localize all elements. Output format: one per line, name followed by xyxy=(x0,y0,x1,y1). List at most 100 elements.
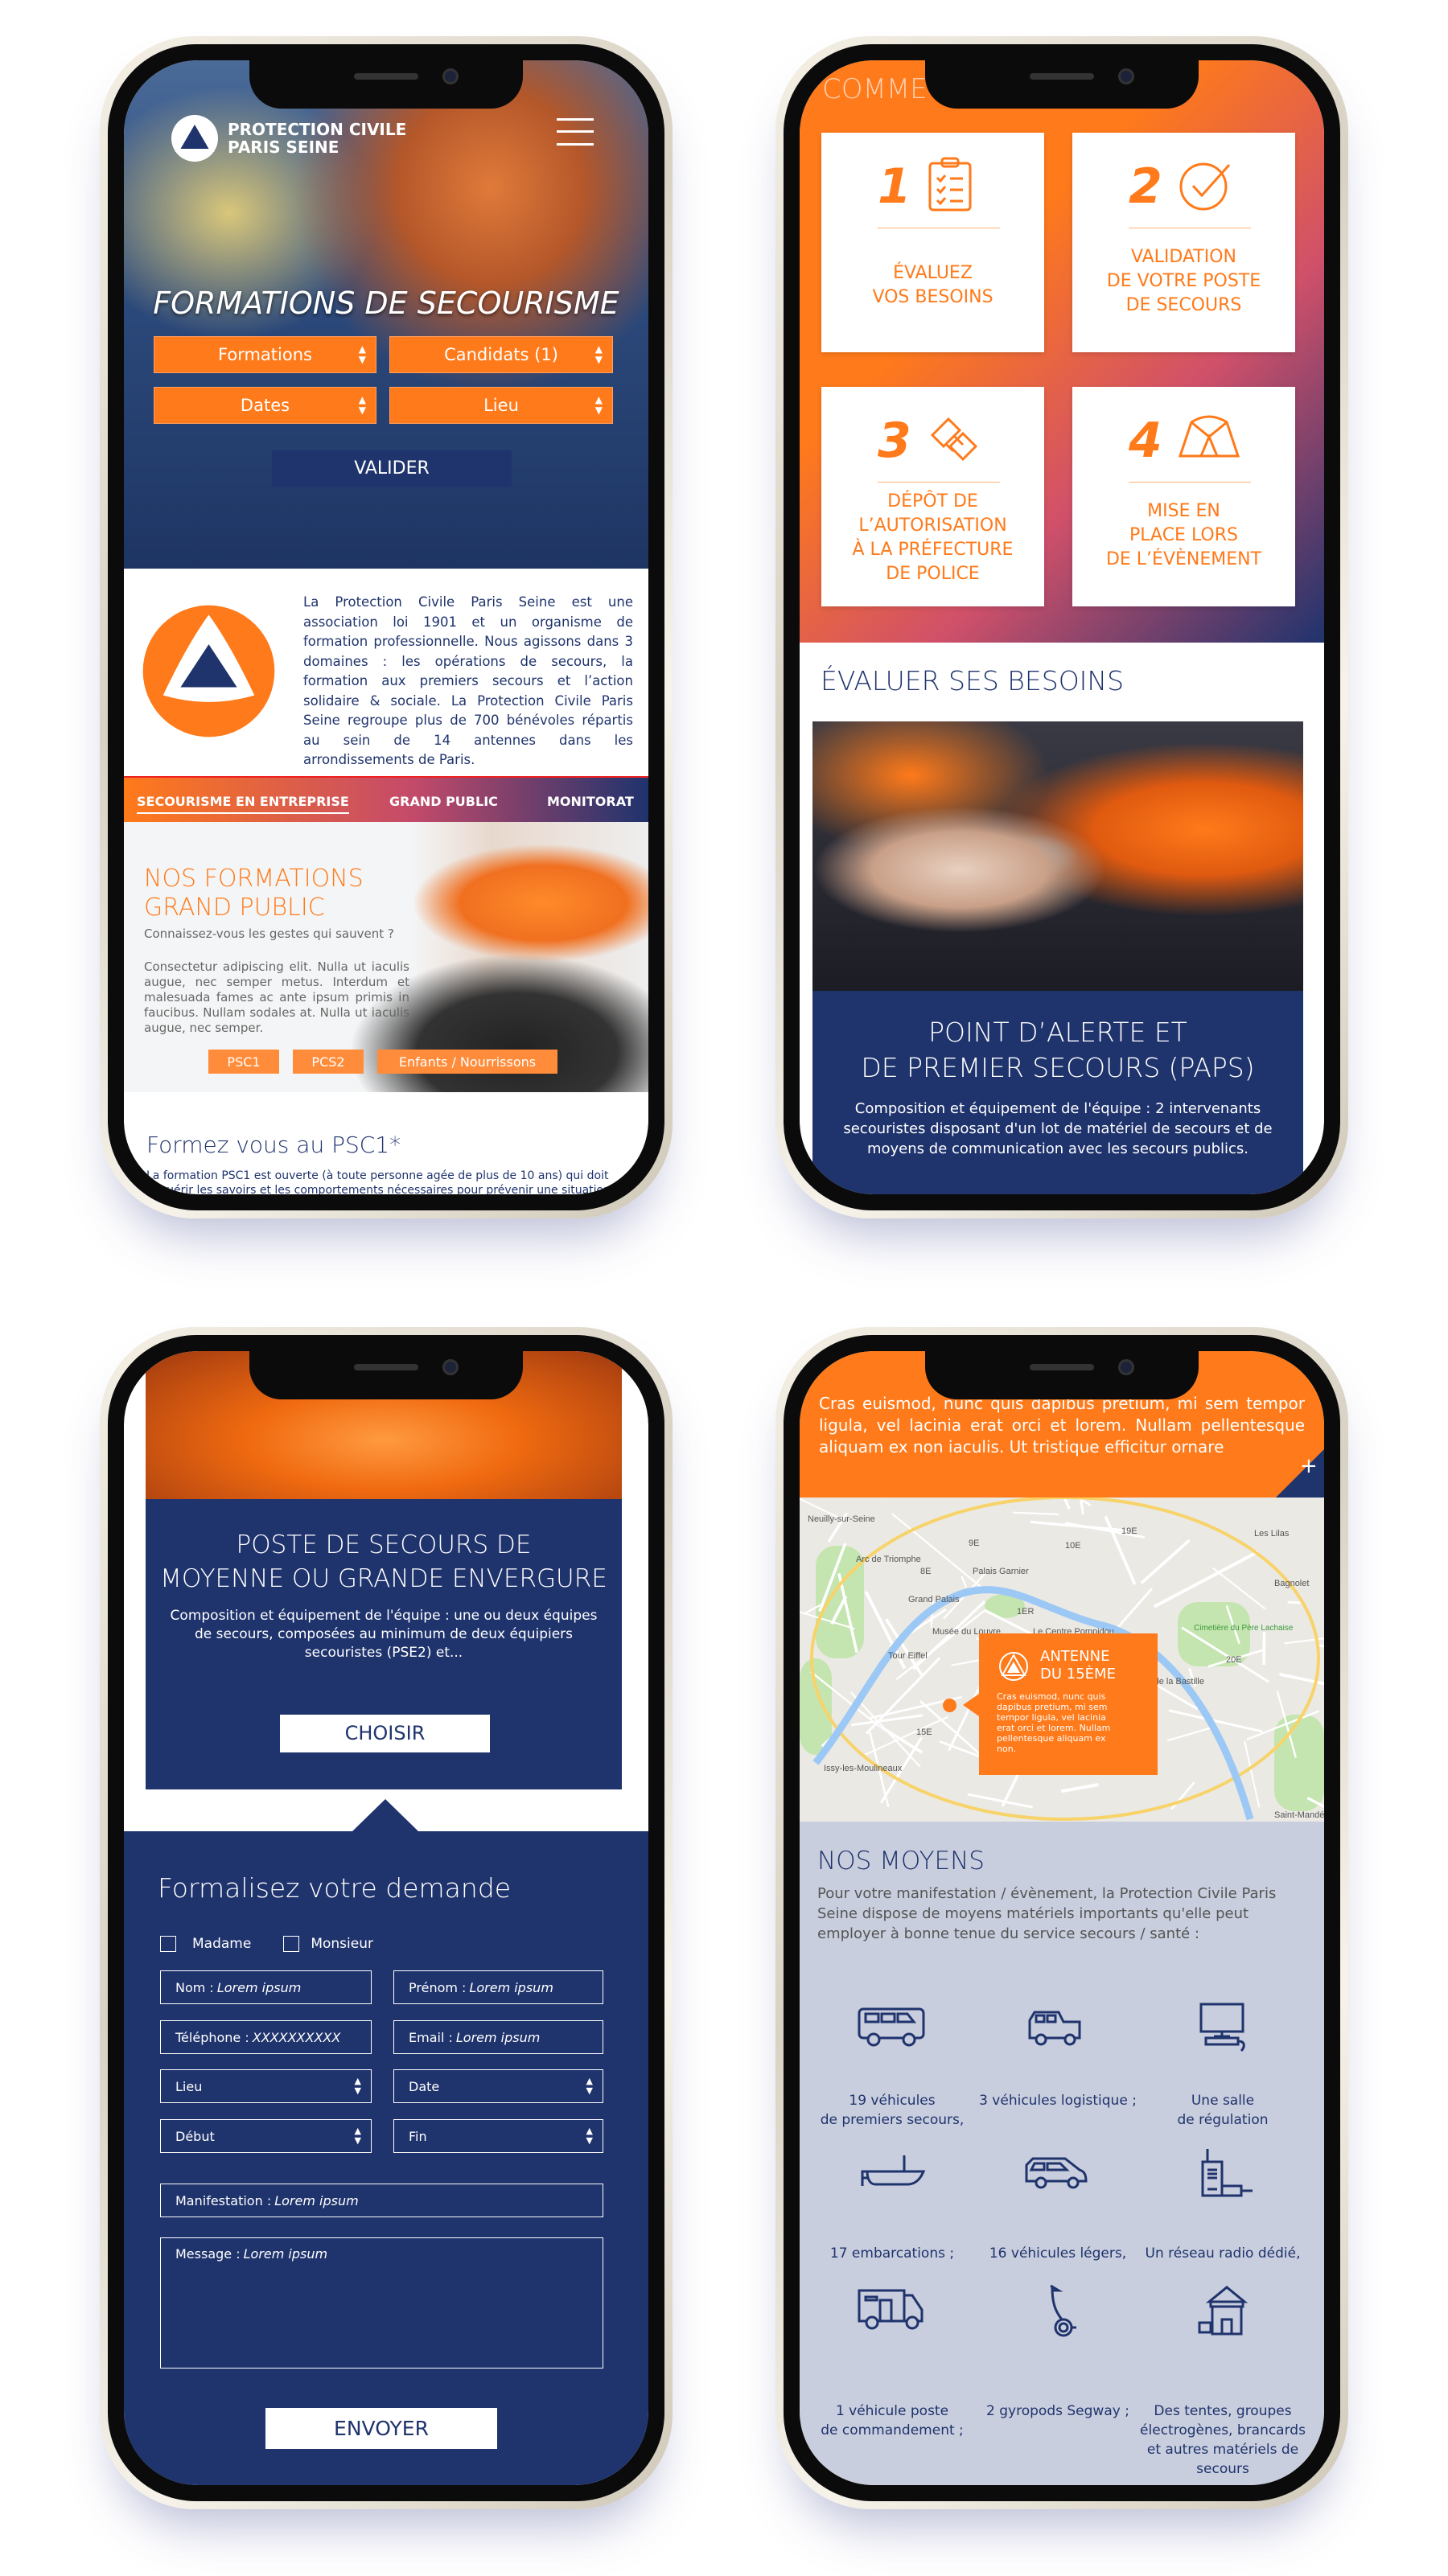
step-card-1[interactable]: 1 ÉVALUEZ VOS BESOINS xyxy=(821,133,1044,352)
map-street xyxy=(1287,1600,1301,1604)
brand-logo: PROTECTION CIVILE PARIS SEINE xyxy=(170,113,406,163)
chip-enfants-nourrissons[interactable]: Enfants / Nourrissons xyxy=(377,1050,557,1074)
paps-text: Composition et équipement de l'équipe : … xyxy=(843,1100,1273,1157)
map-label: 20E xyxy=(1226,1655,1242,1665)
prenom-field[interactable]: Prénom : Lorem ipsum xyxy=(393,1970,603,2004)
truck-icon xyxy=(856,2284,928,2342)
phone-notch xyxy=(925,59,1199,109)
tab-secourisme-entreprise[interactable]: SECOURISME EN ENTREPRISE xyxy=(137,794,349,814)
map-location-dot[interactable] xyxy=(943,1699,956,1712)
field-value: Lorem ipsum xyxy=(469,1979,553,1995)
checkbox-icon xyxy=(160,1936,176,1952)
lieu-select[interactable]: Lieu ▲ ▼ xyxy=(389,387,613,424)
sort-arrows-icon: ▲ ▼ xyxy=(354,2076,361,2096)
send-button[interactable]: ENVOYER xyxy=(265,2408,497,2449)
moyen-label: 1 véhicule poste de commandement ; xyxy=(821,2403,964,2438)
protection-civile-logo-icon xyxy=(171,115,218,162)
step-label: DÉPÔT DE L’AUTORISATION À LA PRÉFECTURE … xyxy=(852,491,1014,584)
popup-title-line2: DU 15ÈME xyxy=(1040,1666,1116,1682)
intro-logo xyxy=(142,604,276,742)
popup-pointer xyxy=(963,1694,979,1716)
radio-madame[interactable]: Madame xyxy=(160,1936,251,1952)
formations-text: Consectetur adipiscing elit. Nulla ut ia… xyxy=(144,959,409,1035)
first-aid-photo xyxy=(812,721,1303,991)
sort-arrows-icon: ▲ ▼ xyxy=(594,394,603,416)
protection-civile-logo-icon xyxy=(999,1652,1028,1681)
candidats-select[interactable]: Candidats (1) ▲ ▼ xyxy=(389,336,613,373)
date-select[interactable]: Date ▲ ▼ xyxy=(393,2069,603,2103)
phone-notch xyxy=(249,1350,523,1399)
field-label: Téléphone : xyxy=(175,2029,249,2045)
handshake-icon xyxy=(930,417,978,462)
moyen-label: 19 véhicules de premiers secours, xyxy=(820,2093,965,2128)
select-label: Lieu xyxy=(483,396,519,415)
expand-plus-button[interactable]: + xyxy=(1300,1454,1318,1478)
moyen-label: 2 gyropods Segway ; xyxy=(986,2403,1129,2419)
map-label: 19E xyxy=(1121,1526,1137,1536)
choose-button[interactable]: CHOISIR xyxy=(280,1715,490,1752)
formation-tabs: SECOURISME EN ENTREPRISE GRAND PUBLIC MO… xyxy=(124,776,648,822)
step-label: MISE EN PLACE LORS DE L’ÉVÈNEMENT xyxy=(1105,501,1262,569)
intro-text: La Protection Civile Paris Seine est une… xyxy=(303,594,633,767)
boat-icon xyxy=(856,2147,928,2205)
formations-question: Connaissez-vous les gestes qui sauvent ? xyxy=(144,926,394,941)
field-label: Nom : xyxy=(175,1979,214,1995)
sort-arrows-icon: ▲ ▼ xyxy=(358,394,366,416)
map-label: Grand Palais xyxy=(908,1595,960,1604)
map-label: Cimetière du Père Lachaise xyxy=(1194,1624,1294,1633)
field-label: Message : xyxy=(175,2246,241,2262)
map-label: 10E xyxy=(1065,1541,1081,1551)
brand-name-line1: PROTECTION CIVILE xyxy=(228,120,407,139)
poste-title-line2: MOYENNE OU GRANDE ENVERGURE xyxy=(160,1564,607,1593)
validate-button[interactable]: VALIDER xyxy=(272,450,512,487)
fin-select[interactable]: Fin ▲ ▼ xyxy=(393,2119,603,2153)
message-textarea[interactable]: Message : Lorem ipsum xyxy=(160,2237,603,2369)
map-label: 1ER xyxy=(1017,1607,1034,1617)
radio-monsieur[interactable]: Monsieur xyxy=(283,1936,373,1952)
hamburger-icon[interactable] xyxy=(557,118,594,146)
dates-select[interactable]: Dates ▲ ▼ xyxy=(154,387,376,424)
chip-pcs2[interactable]: PCS2 xyxy=(293,1050,364,1074)
tab-grand-public[interactable]: GRAND PUBLIC xyxy=(389,794,498,809)
step-card-2[interactable]: 2 VALIDATION DE VOTRE POSTE DE SECOURS xyxy=(1072,133,1295,352)
form-title: Formalisez votre demande xyxy=(158,1872,512,1904)
hero-title: FORMATIONS DE SECOURISME xyxy=(153,286,619,321)
field-value: XXXXXXXXXX xyxy=(252,2029,341,2045)
car-icon xyxy=(1022,2147,1094,2205)
email-field[interactable]: Email : Lorem ipsum xyxy=(393,2020,603,2054)
chip-psc1[interactable]: PSC1 xyxy=(208,1050,279,1074)
computer-icon xyxy=(1187,2003,1259,2060)
nom-field[interactable]: Nom : Lorem ipsum xyxy=(160,1970,372,2004)
phone-mockup-resources: Cras euismod, nunc quis dapibus pretium,… xyxy=(775,1327,1348,2509)
clipboard-icon xyxy=(928,157,972,212)
map-label: Palais Garnier xyxy=(973,1567,1029,1576)
sort-arrows-icon: ▲ ▼ xyxy=(358,343,366,365)
segway-icon xyxy=(1022,2284,1094,2342)
moyens-text: Pour votre manifestation / évènement, la… xyxy=(817,1885,1277,1942)
map-label: Saint-Mandé xyxy=(1274,1810,1324,1820)
step-card-4[interactable]: 4 MISE EN PLACE LORS DE L’ÉVÈNEMENT xyxy=(1072,387,1295,606)
phone-mockup-home: PROTECTION CIVILE PARIS SEINE FORMATIONS… xyxy=(100,36,673,1218)
moyen-label: 16 véhicules légers, xyxy=(989,2245,1127,2262)
protection-civile-logo-icon xyxy=(142,605,275,737)
formations-select[interactable]: Formations ▲ ▼ xyxy=(154,336,376,373)
moyen-label: 3 véhicules logistique ; xyxy=(979,2093,1137,2109)
step-card-3[interactable]: 3 DÉPÔT DE L’AUTORISATION À LA PRÉFECTUR… xyxy=(821,387,1044,606)
psc1-title: Formez vous au PSC1* xyxy=(146,1132,401,1158)
form-section xyxy=(124,1831,648,2485)
moyen-label: Une salle de régulation xyxy=(1177,2093,1269,2128)
radio-label: Madame xyxy=(192,1936,252,1952)
map-label: Issy-les-Moulineaux xyxy=(824,1764,903,1773)
step-number: 1 xyxy=(878,158,911,215)
pointer-triangle xyxy=(352,1799,419,1832)
telephone-field[interactable]: Téléphone : XXXXXXXXXX xyxy=(160,2020,372,2054)
map-label: 9E xyxy=(969,1539,979,1548)
tab-monitorat[interactable]: MONITORAT xyxy=(547,794,634,809)
manifestation-field[interactable]: Manifestation : Lorem ipsum xyxy=(160,2184,603,2217)
paps-title-line2: DE PREMIER SECOURS (PAPS) xyxy=(861,1052,1255,1083)
phone-mockup-process: COMME 1 ÉVALUEZ VOS BESOINS 2 VALIDATION… xyxy=(775,36,1348,1218)
lieu-select[interactable]: Lieu ▲ ▼ xyxy=(160,2069,372,2103)
step-number: 4 xyxy=(1129,413,1162,469)
psc1-text: La formation PSC1 est ouverte (à toute p… xyxy=(146,1169,611,1194)
debut-select[interactable]: Début ▲ ▼ xyxy=(160,2119,372,2153)
